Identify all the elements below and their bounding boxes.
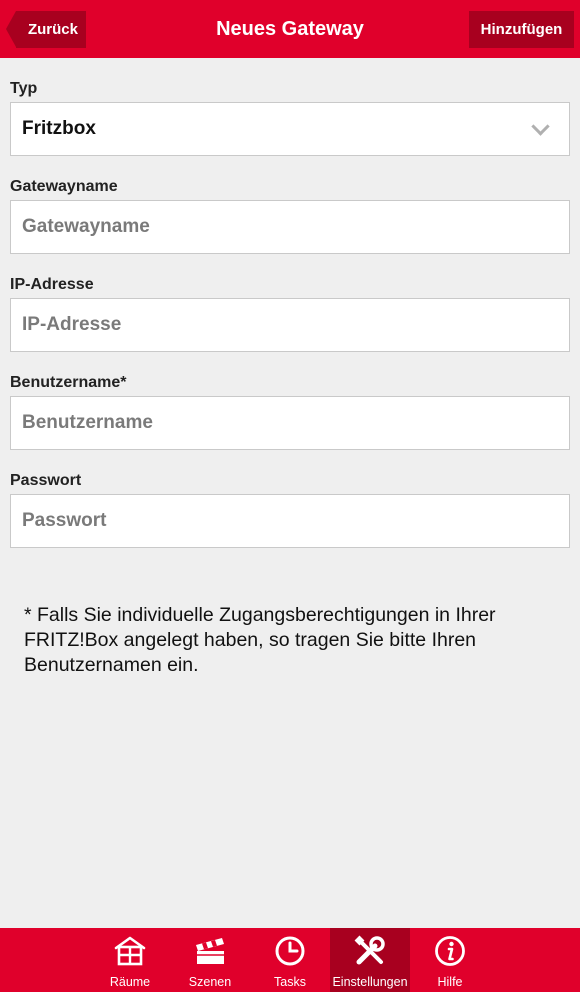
- tools-icon: [354, 935, 385, 965]
- tab-tasks[interactable]: Tasks: [250, 928, 330, 992]
- type-select[interactable]: Fritzbox: [10, 102, 570, 156]
- tab-label: Hilfe: [437, 975, 463, 989]
- tab-label: Tasks: [274, 975, 306, 989]
- gateway-name-input[interactable]: [22, 216, 558, 238]
- chevron-down-icon: [531, 117, 550, 136]
- gateway-name-field-box: [10, 200, 570, 254]
- tab-label: Szenen: [188, 975, 232, 989]
- add-button[interactable]: Hinzufügen: [469, 11, 574, 48]
- top-bar: Zurück Neues Gateway Hinzufügen: [0, 0, 580, 58]
- type-select-value: Fritzbox: [22, 118, 96, 139]
- back-button-label: Zurück: [27, 21, 78, 38]
- password-field-box: [10, 494, 570, 548]
- gateway-name-label: Gatewayname: [10, 178, 118, 195]
- ip-address-field-box: [10, 298, 570, 352]
- tab-label: Einstellungen: [332, 975, 408, 989]
- username-input[interactable]: [22, 412, 558, 434]
- clock-icon: [275, 936, 305, 966]
- ip-address-label: IP-Adresse: [10, 276, 94, 293]
- tab-label: Räume: [109, 975, 151, 989]
- clapperboard-icon: [196, 938, 224, 964]
- tab-einstellungen[interactable]: Einstellungen: [330, 928, 410, 992]
- tab-szenen[interactable]: Szenen: [170, 928, 250, 992]
- gateway-form: Typ Fritzbox Gatewayname IP-Adresse Benu…: [10, 58, 570, 548]
- password-label: Passwort: [10, 472, 82, 489]
- tab-bar: Räume Szenen Tasks Einstellungen Hilfe: [0, 928, 580, 992]
- username-label: Benutzername*: [10, 374, 127, 391]
- ip-address-input[interactable]: [22, 314, 558, 336]
- password-input[interactable]: [22, 510, 558, 532]
- username-field-box: [10, 396, 570, 450]
- add-button-label: Hinzufügen: [480, 21, 563, 38]
- username-hint-note: * Falls Sie individuelle Zugangsberechti…: [24, 604, 496, 676]
- tab-hilfe[interactable]: Hilfe: [410, 928, 490, 992]
- house-icon: [114, 936, 146, 966]
- type-label: Typ: [10, 80, 38, 97]
- info-icon: [435, 936, 465, 966]
- back-button[interactable]: Zurück: [6, 11, 86, 48]
- tab-raeume[interactable]: Räume: [90, 928, 170, 992]
